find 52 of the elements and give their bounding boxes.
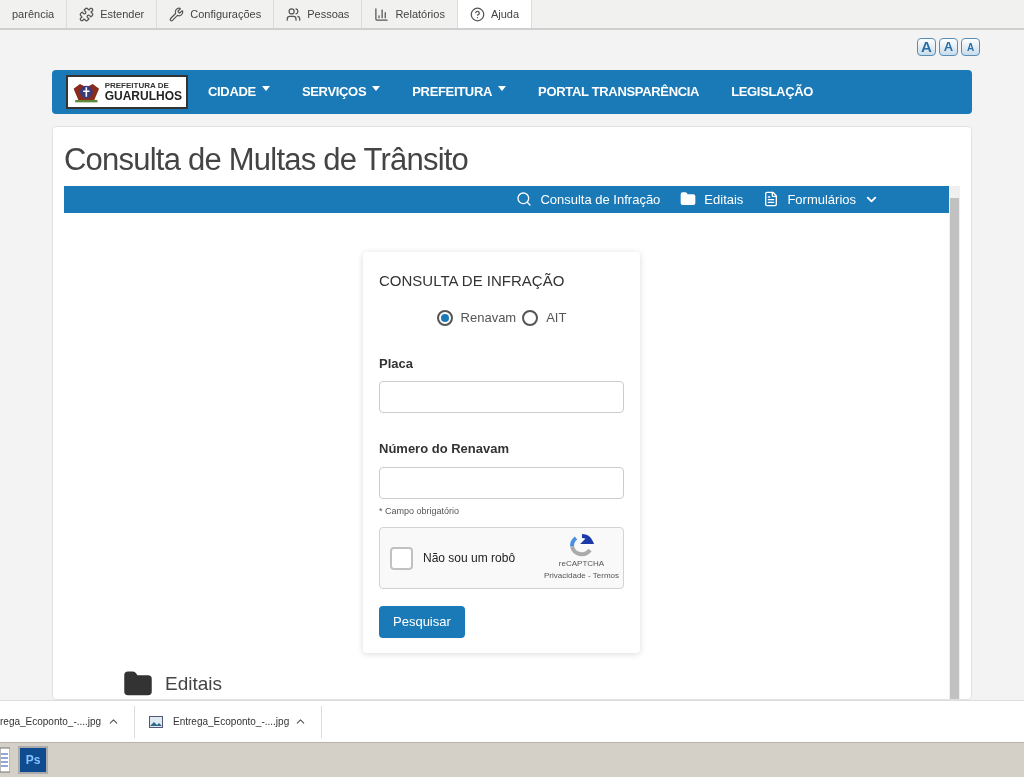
page-title: Consulta de Multas de Trânsito [64,141,470,179]
recaptcha-links[interactable]: Privacidade - Termos [544,570,619,582]
font-size-button[interactable]: A [961,38,980,56]
recaptcha-icon [568,534,595,558]
radio-label: AIT [546,309,567,327]
toolbar-item[interactable]: Pessoas [274,0,363,28]
radio-button[interactable] [522,309,539,326]
recaptcha-brand: reCAPTCHA [558,558,605,570]
nav-link[interactable]: PORTAL TRANSPARÊNCIA [538,82,700,102]
photoshop-taskbar-button[interactable]: Ps [18,746,48,774]
download-filename: Entrega_Ecoponto_-....jpg [173,715,290,729]
section-nav-link[interactable]: Consulta de Infração [516,189,661,209]
nav-link[interactable]: SERVIÇOS [301,82,381,102]
form-title: CONSULTA DE INFRAÇÃO [379,270,566,291]
puzzle-icon [79,6,95,22]
toolbar-item[interactable]: parência [0,0,68,28]
search-button[interactable]: Pesquisar [379,606,465,638]
checkbox[interactable] [390,546,413,570]
toolbar-item[interactable]: Ajuda [457,0,533,28]
section-heading: Editais [165,671,223,696]
document-taskbar-icon[interactable] [0,746,10,774]
wrench-icon [169,6,185,22]
city-logo[interactable]: PREFEITURA DE GUARULHOS [66,75,188,109]
section-nav-link[interactable]: Editais [680,189,744,209]
nav-link[interactable]: LEGISLAÇÃO [731,82,814,102]
field-label: Número do Renavam [379,440,511,458]
people-icon [286,6,302,22]
search-icon [516,191,533,208]
font-size-button[interactable]: A [917,38,936,56]
help-icon [469,6,485,22]
logo-subtitle: PREFEITURA DE [104,82,170,90]
section-nav-link[interactable]: Formulários [763,189,879,209]
bar-chart-icon [374,6,390,22]
nav-link[interactable]: CIDADE [208,82,270,102]
download-item[interactable]: Entrega_Ecoponto_-....jpg [135,705,322,738]
toolbar-item[interactable]: Relatórios [362,0,458,28]
download-filename: rega_Ecoponto_-....jpg [0,715,102,729]
radio-button[interactable] [436,309,453,326]
radio-label: Renavam [460,309,517,327]
captcha-label: Não sou um robô [423,550,517,567]
folder-icon [680,191,697,208]
toolbar-item[interactable]: Estender [67,0,158,28]
logo-title: GUARULHOS [104,90,182,102]
field-label: Placa [379,354,414,373]
input-field[interactable] [379,381,624,413]
required-note: * Campo obrigatório [379,504,461,518]
font-size-button[interactable]: A [939,38,958,56]
document-icon [763,191,780,208]
download-item[interactable]: rega_Ecoponto_-....jpg [0,705,135,738]
nav-link[interactable]: PREFEITURA [412,82,507,102]
input-field[interactable] [379,466,624,499]
toolbar-item[interactable]: Configurações [157,0,275,28]
